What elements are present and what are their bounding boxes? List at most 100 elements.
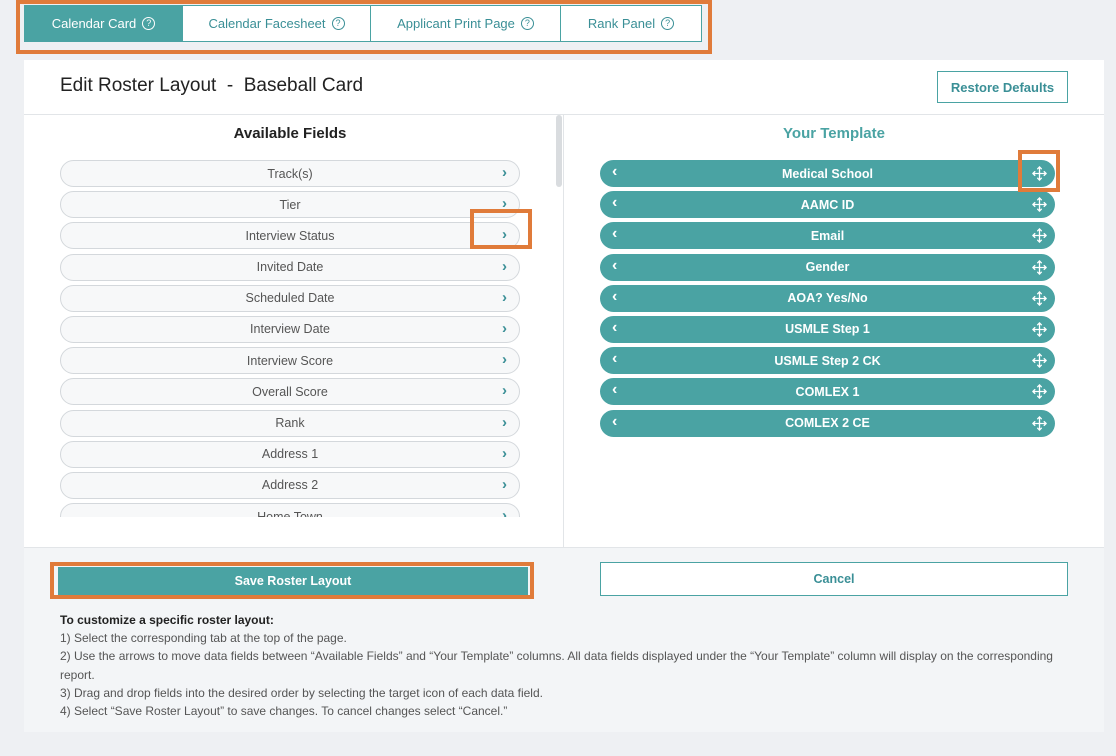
template-field-item[interactable]: ‹ COMLEX 2 CE: [600, 409, 1055, 437]
field-label: Medical School: [782, 166, 873, 181]
chevron-right-icon[interactable]: ›: [502, 476, 507, 493]
arrow-highlight-box: [470, 209, 532, 249]
chevron-left-icon[interactable]: ‹: [612, 413, 617, 431]
move-icon[interactable]: [1032, 415, 1047, 431]
field-label: Email: [810, 228, 845, 243]
move-icon[interactable]: [1032, 384, 1047, 400]
instruction-step: 3) Drag and drop fields into the desired…: [60, 685, 543, 700]
available-fields-column: Available Fields Track(s) › Tier › Interview…: [24, 115, 564, 548]
available-field-item[interactable]: Invited Date ›: [60, 253, 520, 281]
template-field-item[interactable]: ‹ USMLE Step 1: [600, 315, 1055, 343]
tab-applicant-print-page[interactable]: Applicant Print Page?: [371, 6, 561, 41]
field-label: USMLE Step 2 CK: [774, 353, 881, 368]
field-label: AAMC ID: [800, 197, 855, 212]
instructions-title: To customize a specific roster layout:: [60, 613, 274, 627]
available-field-item[interactable]: Tier ›: [60, 191, 520, 219]
template-field-item[interactable]: ‹ AOA? Yes/No: [600, 284, 1055, 312]
available-field-item[interactable]: Home Town ›: [60, 503, 520, 517]
field-label: Scheduled Date: [245, 291, 335, 306]
available-field-item[interactable]: Interview Date ›: [60, 315, 520, 343]
chevron-right-icon[interactable]: ›: [502, 289, 507, 306]
template-field-item[interactable]: ‹ COMLEX 1: [600, 378, 1055, 406]
template-field-item[interactable]: ‹ Email: [600, 222, 1055, 250]
chevron-left-icon[interactable]: ‹: [612, 163, 617, 181]
page-title: Edit Roster Layout - Baseball Card: [60, 75, 364, 96]
tab-label: Applicant Print Page: [397, 16, 515, 31]
help-icon[interactable]: ?: [520, 17, 534, 30]
your-template-title: Your Template: [783, 125, 885, 142]
field-columns: Available Fields Track(s) › Tier › Interview…: [24, 115, 1104, 548]
chevron-left-icon[interactable]: ‹: [612, 194, 617, 212]
instructions: To customize a specific roster layout: 1…: [60, 611, 1060, 720]
restore-defaults-button[interactable]: Restore Defaults: [937, 71, 1068, 103]
chevron-right-icon[interactable]: ›: [502, 258, 507, 275]
template-field-item[interactable]: ‹ USMLE Step 2 CK: [600, 347, 1055, 375]
available-fields-list[interactable]: Track(s) › Tier › Interview Status › Invited D…: [60, 160, 522, 517]
chevron-left-icon[interactable]: ‹: [612, 319, 617, 337]
field-label: COMLEX 2 CE: [785, 416, 870, 430]
chevron-left-icon[interactable]: ‹: [612, 350, 617, 368]
field-label: USMLE Step 1: [785, 322, 870, 337]
tab-label: Rank Panel: [587, 16, 656, 31]
field-label: Address 2: [261, 478, 319, 493]
field-label: Invited Date: [256, 260, 324, 275]
field-label: COMLEX 1: [795, 384, 860, 399]
chevron-right-icon[interactable]: ›: [502, 164, 507, 181]
chevron-right-icon[interactable]: ›: [502, 445, 507, 462]
field-label: AOA? Yes/No: [787, 291, 868, 306]
save-roster-layout-button[interactable]: Save Roster Layout: [58, 567, 528, 595]
field-label: Interview Status: [245, 228, 335, 243]
roster-layout-panel: Edit Roster Layout - Baseball Card Resto…: [24, 60, 1104, 732]
move-icon[interactable]: [1032, 259, 1047, 275]
tab-rank-panel[interactable]: Rank Panel?: [561, 6, 701, 41]
field-label: Overall Score: [252, 384, 328, 399]
available-field-item[interactable]: Interview Status ›: [60, 222, 520, 250]
available-field-item[interactable]: Address 1 ›: [60, 440, 520, 468]
tab-label: Calendar Card: [51, 16, 137, 31]
chevron-left-icon[interactable]: ‹: [612, 225, 617, 243]
available-field-item[interactable]: Track(s) ›: [60, 160, 520, 187]
chevron-right-icon[interactable]: ›: [502, 382, 507, 399]
panel-footer: Save Roster Layout Cancel To customize a…: [24, 548, 1104, 732]
chevron-right-icon[interactable]: ›: [502, 351, 507, 368]
available-field-item[interactable]: Address 2 ›: [60, 471, 520, 499]
template-field-item[interactable]: ‹ AAMC ID: [600, 191, 1055, 219]
available-field-item[interactable]: Rank ›: [60, 409, 520, 437]
template-field-item[interactable]: ‹ Medical School: [600, 160, 1055, 187]
field-label: Track(s): [267, 166, 313, 181]
instruction-step: 1) Select the corresponding tab at the t…: [60, 631, 347, 646]
field-label: Interview Date: [250, 322, 330, 337]
panel-header: Edit Roster Layout - Baseball Card Resto…: [24, 60, 1104, 115]
help-icon[interactable]: ?: [661, 17, 675, 30]
move-icon[interactable]: [1032, 197, 1047, 212]
help-icon[interactable]: ?: [331, 17, 345, 30]
help-icon[interactable]: ?: [142, 17, 156, 30]
instruction-step: 4) Select “Save Roster Layout” to save c…: [60, 704, 508, 719]
chevron-right-icon[interactable]: ›: [502, 414, 507, 431]
field-label: Interview Score: [246, 353, 334, 368]
scrollbar-thumb[interactable]: [556, 115, 562, 187]
chevron-left-icon[interactable]: ‹: [612, 288, 617, 306]
tab-calendar-card[interactable]: Calendar Card?: [25, 6, 183, 41]
chevron-right-icon[interactable]: ›: [502, 320, 507, 337]
field-label: Address 1: [261, 447, 319, 462]
chevron-right-icon[interactable]: ›: [502, 507, 507, 517]
move-icon[interactable]: [1032, 353, 1047, 368]
layout-tabs: Calendar Card? Calendar Facesheet? Applica…: [24, 5, 702, 42]
move-icon[interactable]: [1032, 291, 1047, 306]
chevron-left-icon[interactable]: ‹: [612, 381, 617, 399]
chevron-left-icon[interactable]: ‹: [612, 257, 617, 275]
available-field-item[interactable]: Interview Score ›: [60, 347, 520, 375]
available-field-item[interactable]: Scheduled Date ›: [60, 284, 520, 312]
instruction-step: 2) Use the arrows to move data fields be…: [60, 649, 1053, 682]
field-label: Home Town: [257, 509, 323, 517]
move-highlight-box: [1018, 150, 1060, 192]
tab-calendar-facesheet[interactable]: Calendar Facesheet?: [183, 6, 371, 41]
cancel-button[interactable]: Cancel: [600, 562, 1068, 596]
available-fields-title: Available Fields: [233, 125, 347, 142]
available-field-item[interactable]: Overall Score ›: [60, 378, 520, 406]
move-icon[interactable]: [1032, 322, 1047, 337]
template-field-item[interactable]: ‹ Gender: [600, 253, 1055, 281]
move-icon[interactable]: [1032, 228, 1047, 244]
field-label: Gender: [805, 260, 850, 275]
